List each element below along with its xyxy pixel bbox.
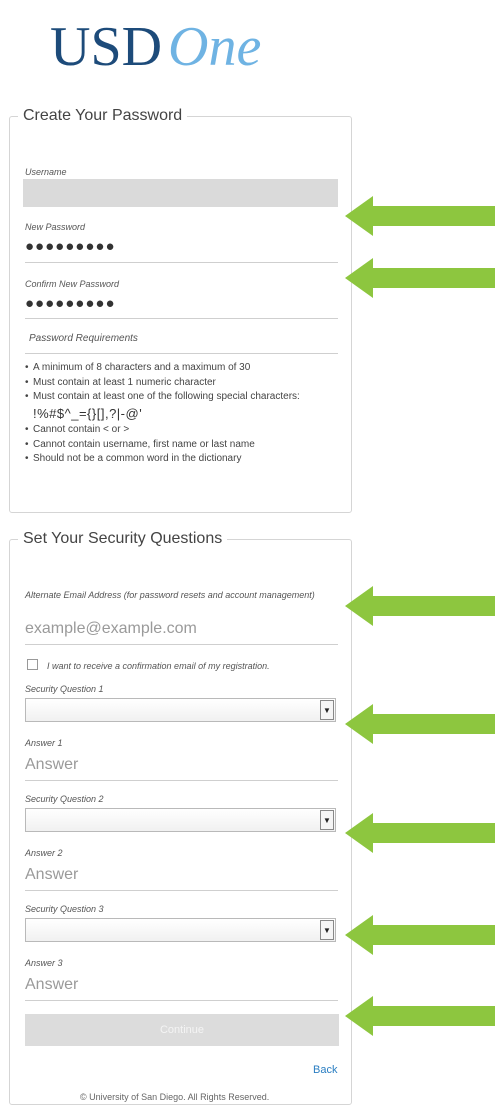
security-question-1-label: Security Question 1 (25, 684, 104, 694)
new-password-input[interactable]: ●●●●●●●●● (25, 238, 116, 255)
confirm-password-underline (25, 318, 338, 319)
answer-1-label: Answer 1 (25, 738, 63, 748)
password-requirements-title: Password Requirements (29, 333, 138, 344)
answer-3-label: Answer 3 (25, 958, 63, 968)
confirmation-email-checkbox[interactable] (27, 659, 38, 670)
requirement-item: Must contain at least 1 numeric characte… (25, 376, 325, 391)
logo-usd: USD (50, 16, 163, 78)
arrow-annotation (345, 196, 495, 236)
confirm-password-label: Confirm New Password (25, 279, 120, 289)
alternate-email-label: Alternate Email Address (for password re… (25, 590, 315, 600)
security-question-3-label: Security Question 3 (25, 904, 104, 914)
arrow-annotation (345, 915, 495, 955)
requirement-item: Must contain at least one of the followi… (25, 390, 303, 421)
alternate-email-input[interactable]: example@example.com (25, 620, 197, 638)
security-questions-title: Set Your Security Questions (23, 530, 223, 547)
chevron-down-icon[interactable]: ▼ (320, 810, 334, 830)
email-underline (25, 644, 338, 645)
arrow-annotation (345, 586, 495, 626)
continue-button[interactable]: Continue (25, 1014, 339, 1046)
create-password-section: Create Your Password Username New Passwo… (9, 107, 352, 513)
arrow-annotation (345, 996, 495, 1036)
answer-1-underline (25, 780, 338, 781)
requirement-item: Cannot contain username, first name or l… (25, 438, 325, 453)
answer-2-input[interactable]: Answer (25, 866, 78, 884)
new-password-underline (25, 262, 338, 263)
security-question-3-select[interactable]: ▼ (25, 918, 336, 942)
back-link[interactable]: Back (313, 1064, 337, 1076)
requirement-item: Should not be a common word in the dicti… (25, 452, 325, 467)
logo-one: One (168, 16, 262, 78)
arrow-annotation (345, 258, 495, 298)
security-question-2-select[interactable]: ▼ (25, 808, 336, 832)
answer-1-input[interactable]: Answer (25, 756, 78, 774)
arrow-annotation (345, 813, 495, 853)
security-question-1-select[interactable]: ▼ (25, 698, 336, 722)
answer-2-underline (25, 890, 338, 891)
usd-one-logo: USD One (50, 14, 261, 79)
create-password-title: Create Your Password (23, 107, 183, 124)
footer-copyright: © University of San Diego. All Rights Re… (80, 1092, 270, 1102)
answer-3-input[interactable]: Answer (25, 976, 78, 994)
special-characters: !%#$^_={}[],?|-@' (33, 405, 143, 421)
password-requirements-list: A minimum of 8 characters and a maximum … (25, 361, 325, 467)
arrow-annotation (345, 704, 495, 744)
security-questions-section: Set Your Security Questions Alternate Em… (9, 530, 352, 1105)
confirmation-email-label: I want to receive a confirmation email o… (47, 661, 270, 671)
requirements-divider (25, 353, 338, 354)
chevron-down-icon[interactable]: ▼ (320, 920, 334, 940)
requirement-special-text: Must contain at least one of the followi… (33, 391, 300, 402)
new-password-label: New Password (25, 222, 86, 232)
requirement-item: A minimum of 8 characters and a maximum … (25, 361, 325, 376)
requirement-item: Cannot contain < or > (25, 423, 325, 438)
username-label: Username (25, 167, 67, 177)
username-field[interactable] (23, 179, 338, 207)
chevron-down-icon[interactable]: ▼ (320, 700, 334, 720)
answer-2-label: Answer 2 (25, 848, 63, 858)
answer-3-underline (25, 1000, 338, 1001)
security-question-2-label: Security Question 2 (25, 794, 104, 804)
confirm-password-input[interactable]: ●●●●●●●●● (25, 295, 116, 312)
